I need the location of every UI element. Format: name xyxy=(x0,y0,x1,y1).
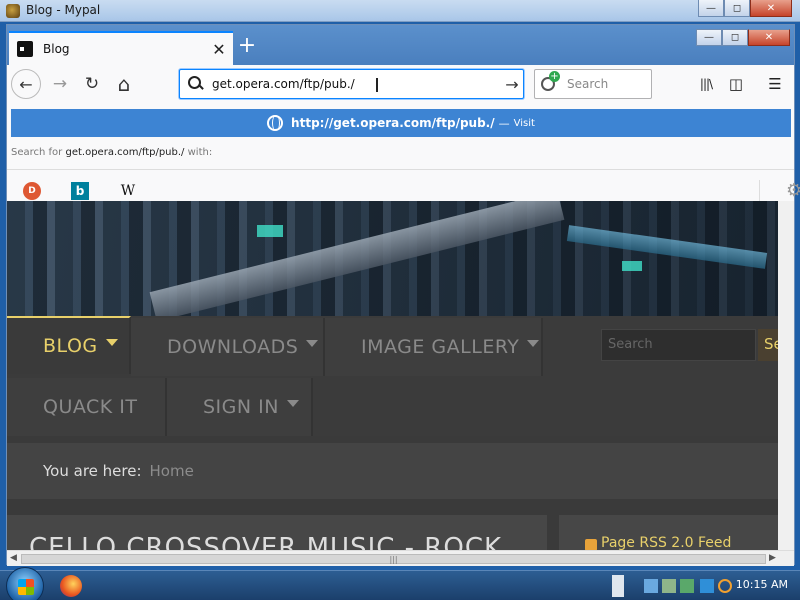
tray-search-icon[interactable] xyxy=(718,579,732,593)
search-settings-icon[interactable]: ⚙ xyxy=(759,180,800,202)
show-desktop-icon[interactable] xyxy=(612,575,624,597)
menu-item-blog[interactable]: BLOG xyxy=(7,316,131,374)
suggestion-url: http://get.opera.com/ftp/pub./ xyxy=(291,116,495,130)
menu-item-label: BLOG xyxy=(43,335,98,357)
browser-minimize-button[interactable]: — xyxy=(696,29,722,46)
forward-button[interactable]: → xyxy=(47,71,73,97)
tab-strip: Blog ✕ + — ◻ ✕ xyxy=(7,25,794,65)
url-input[interactable]: get.opera.com/ftp/pub./ xyxy=(212,77,501,91)
breadcrumb-label: You are here: xyxy=(43,462,142,480)
site-menu: BLOG DOWNLOADS IMAGE GALLERY Search Se Q… xyxy=(7,316,778,436)
sidebar-icon[interactable]: ◫ xyxy=(725,73,747,95)
breadcrumb: You are here: Home xyxy=(7,443,778,499)
hero-banner-image xyxy=(7,201,778,322)
suggestion-separator: — xyxy=(498,116,510,130)
search-for-label: Search for get.opera.com/ftp/pub./ with: xyxy=(11,147,212,158)
system-tray: 10:15 AM xyxy=(608,571,800,600)
horizontal-scrollbar[interactable]: ◀ ||| ▶ xyxy=(7,550,794,566)
search-for-prefix: Search for xyxy=(11,147,63,158)
browser-window: Blog ✕ + — ◻ ✕ ← → ↻ ⌂ get.opera.com/ftp… xyxy=(6,24,800,566)
rss-icon xyxy=(585,539,597,550)
window-controls: — ◻ ✕ xyxy=(698,0,792,17)
window-title: Blog - Mypal xyxy=(26,3,101,17)
tab-blog[interactable]: Blog ✕ xyxy=(9,31,233,65)
site-search-button[interactable]: Se xyxy=(758,329,778,361)
menu-item-quack-it[interactable]: QUACK IT xyxy=(7,378,167,436)
rss-feed-link[interactable]: Page RSS 2.0 Feed xyxy=(601,535,731,550)
window-titlebar: Blog - Mypal — ◻ ✕ xyxy=(0,0,800,22)
menu-icon[interactable]: ☰ xyxy=(764,73,786,95)
suggestion-action: Visit xyxy=(513,117,535,129)
menu-item-label: IMAGE GALLERY xyxy=(361,336,520,358)
wikipedia-icon[interactable]: W xyxy=(119,182,137,200)
vertical-scrollbar[interactable] xyxy=(778,201,794,550)
scroll-grip-icon: ||| xyxy=(389,554,398,564)
rss-box: Page RSS 2.0 Feed xyxy=(559,515,778,550)
mypal-app-icon xyxy=(6,4,20,18)
caret-down-icon xyxy=(306,339,319,347)
menu-item-image-gallery[interactable]: IMAGE GALLERY xyxy=(325,318,543,376)
bing-icon[interactable]: b xyxy=(71,182,89,200)
taskbar-browser-icon[interactable] xyxy=(60,575,82,597)
tab-title: Blog xyxy=(43,42,70,56)
suggestion-visit-row[interactable]: http://get.opera.com/ftp/pub./ — Visit xyxy=(11,109,791,137)
back-button[interactable]: ← xyxy=(11,69,41,99)
tray-recycle-icon[interactable] xyxy=(680,579,694,593)
menu-item-label: DOWNLOADS xyxy=(167,336,299,358)
web-page: BLOG DOWNLOADS IMAGE GALLERY Search Se Q… xyxy=(7,201,778,550)
taskbar-clock[interactable]: 10:15 AM xyxy=(736,578,788,591)
menu-item-sign-in[interactable]: SIGN IN xyxy=(167,378,313,436)
browser-close-button[interactable]: ✕ xyxy=(748,29,790,46)
go-arrow-icon[interactable]: → xyxy=(501,75,523,94)
caret-down-icon xyxy=(105,338,118,346)
site-favicon-icon xyxy=(17,41,33,57)
article-title[interactable]: CELLO CROSSOVER MUSIC - ROCK xyxy=(29,533,502,550)
globe-icon xyxy=(267,115,284,131)
search-icon xyxy=(188,76,204,92)
search-for-suffix: with: xyxy=(187,147,213,158)
maximize-button[interactable]: ◻ xyxy=(724,0,750,17)
search-placeholder: Search xyxy=(567,77,609,91)
tab-close-icon[interactable]: ✕ xyxy=(209,40,229,59)
search-for-query: get.opera.com/ftp/pub./ xyxy=(65,147,185,158)
breadcrumb-home-link[interactable]: Home xyxy=(150,462,194,480)
caret-down-icon xyxy=(286,399,299,407)
caret-down-icon xyxy=(527,339,540,347)
hero-monorail-right xyxy=(566,225,768,269)
scroll-left-icon[interactable]: ◀ xyxy=(10,553,17,563)
library-icon[interactable]: |||\ xyxy=(695,73,717,95)
scroll-right-icon[interactable]: ▶ xyxy=(769,553,776,563)
menu-item-label: SIGN IN xyxy=(203,396,279,418)
tray-app-icon[interactable] xyxy=(700,579,714,593)
site-search-input[interactable]: Search xyxy=(601,329,756,361)
home-button[interactable]: ⌂ xyxy=(111,71,137,97)
scroll-thumb[interactable]: ||| xyxy=(21,554,766,564)
close-button[interactable]: ✕ xyxy=(750,0,792,17)
menu-item-label: QUACK IT xyxy=(43,396,138,418)
hero-sign-right xyxy=(622,261,642,271)
windows-logo-icon xyxy=(18,579,34,595)
search-engine-add-icon[interactable] xyxy=(541,71,560,93)
hero-monorail xyxy=(149,201,565,322)
new-tab-button[interactable]: + xyxy=(235,35,259,59)
browser-window-controls: — ◻ ✕ xyxy=(696,29,790,46)
text-cursor-icon xyxy=(376,78,378,92)
menu-item-downloads[interactable]: DOWNLOADS xyxy=(131,318,325,376)
tray-network-icon[interactable] xyxy=(662,579,676,593)
duckduckgo-icon[interactable]: D xyxy=(23,182,41,200)
tray-monitor-icon[interactable] xyxy=(644,579,658,593)
navigation-toolbar: ← → ↻ ⌂ get.opera.com/ftp/pub./ → Search… xyxy=(7,65,794,105)
search-box[interactable]: Search xyxy=(534,69,652,99)
browser-restore-button[interactable]: ◻ xyxy=(722,29,748,46)
start-button[interactable] xyxy=(6,567,44,600)
taskbar: 10:15 AM xyxy=(0,567,800,600)
minimize-button[interactable]: — xyxy=(698,0,724,17)
hero-sign-left xyxy=(257,225,283,237)
url-bar[interactable]: get.opera.com/ftp/pub./ → xyxy=(179,69,524,99)
article-card: CELLO CROSSOVER MUSIC - ROCK xyxy=(7,515,547,550)
reload-button[interactable]: ↻ xyxy=(79,71,105,97)
